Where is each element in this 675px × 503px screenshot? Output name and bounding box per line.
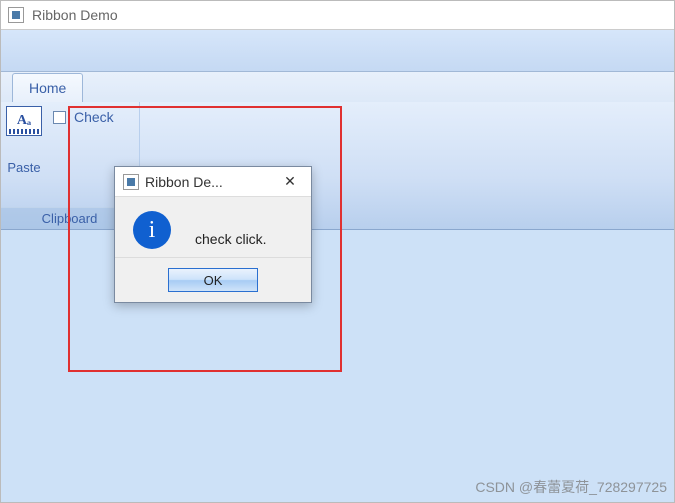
message-dialog: Ribbon De... ✕ i check click. OK [114,166,312,303]
main-titlebar: Ribbon Demo [0,0,675,30]
checkbox-icon [53,111,66,124]
ribbon-panel: Aₐ Paste Check Clipboard [0,102,675,230]
tab-home[interactable]: Home [12,73,83,102]
check-label: Check [74,109,114,125]
close-icon[interactable]: ✕ [277,171,303,193]
paste-button[interactable]: Aₐ Paste [4,106,44,175]
ok-button[interactable]: OK [168,268,258,292]
dialog-message: check click. [195,231,267,249]
ribbon-tabs: Home [0,72,675,102]
dialog-titlebar[interactable]: Ribbon De... ✕ [115,167,311,197]
check-button[interactable]: Check [48,106,125,128]
app-icon [8,7,24,23]
window-title: Ribbon Demo [32,7,118,23]
quick-access-area [0,30,675,72]
paste-label: Paste [7,160,40,175]
info-icon: i [133,211,171,249]
paste-icon: Aₐ [6,106,42,136]
content-area [0,230,675,503]
watermark: CSDN @春蕾夏荷_728297725 [475,477,667,497]
dialog-title: Ribbon De... [145,174,271,190]
dialog-app-icon [123,174,139,190]
